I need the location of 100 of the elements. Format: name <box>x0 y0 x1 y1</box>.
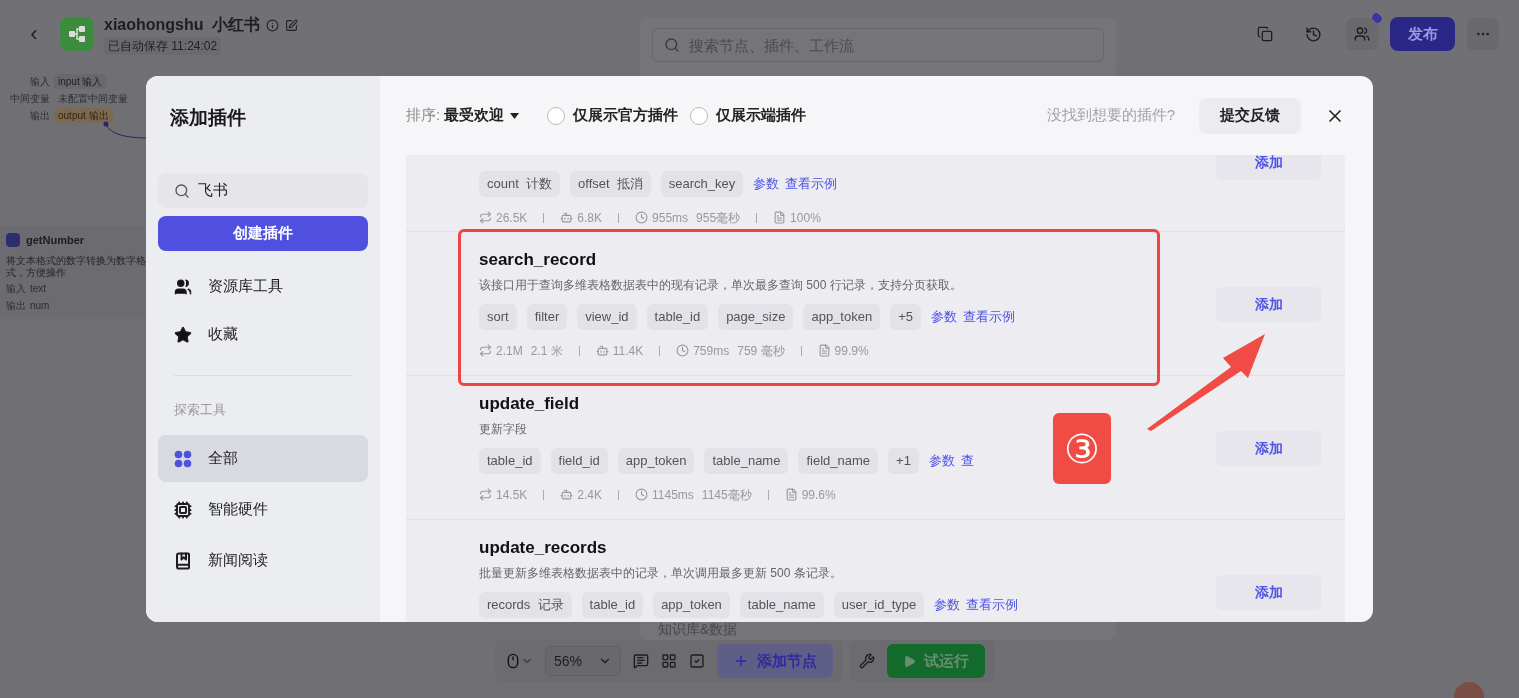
collaborators-button[interactable] <box>1346 18 1378 50</box>
link[interactable]: 查看示例 <box>963 307 1015 327</box>
link[interactable]: 参数 <box>928 451 955 471</box>
field-label: 输出 <box>29 109 50 123</box>
parameter-tag: +5 <box>890 304 921 330</box>
category-item[interactable]: 新闻阅读 <box>158 537 368 584</box>
step-badge: ③ <box>1053 413 1111 484</box>
autosave-status: 已自动保存 11:24:02 <box>104 37 222 55</box>
clock-icon <box>635 488 649 501</box>
repeat-icon <box>479 211 492 224</box>
link[interactable]: 参数 <box>753 174 780 194</box>
minimap-icon[interactable] <box>689 653 705 669</box>
parameter-tag: view_id <box>577 304 637 330</box>
edit-icon[interactable] <box>285 18 299 32</box>
document-icon <box>784 488 798 501</box>
plus-icon <box>733 653 749 669</box>
add-button[interactable]: 添加 <box>1216 575 1321 610</box>
category-item[interactable]: 智能硬件 <box>158 486 368 533</box>
stat-value: 1145ms <box>652 486 694 504</box>
bot-icon <box>560 211 574 224</box>
stat-value: 759ms <box>693 342 730 360</box>
layout-icon[interactable] <box>661 653 677 669</box>
link[interactable]: 参数 <box>931 307 957 327</box>
parameter-tag: table_id <box>479 448 541 474</box>
parameter-tag: records 记录 <box>479 592 572 618</box>
stat-value: 955ms <box>652 209 689 227</box>
bot-icon <box>560 488 574 501</box>
add-button[interactable]: 添加 <box>1216 431 1321 466</box>
stat-value: 11.4K <box>612 342 644 360</box>
parameter-tag: app_token <box>653 592 730 618</box>
plugin-search-field[interactable]: 飞书 <box>158 172 368 208</box>
field-value: input 输入 <box>54 74 107 89</box>
plugin-name: search_record <box>479 249 597 271</box>
plugin-name: update_field <box>479 393 580 415</box>
feedback-hint: 没找到想要的插件? <box>1046 105 1175 126</box>
users-icon <box>174 277 192 296</box>
play-icon <box>903 654 916 668</box>
wrench-icon[interactable] <box>859 653 875 669</box>
chip-icon <box>174 500 192 519</box>
book-icon <box>174 551 192 570</box>
parameter-tag: table_id <box>646 304 709 330</box>
parameter-tag: table_name <box>739 592 824 618</box>
stat-value: 99.9% <box>834 342 869 360</box>
field-label: 输入 <box>29 75 50 89</box>
nav-item[interactable]: 资源库工具 <box>158 262 368 311</box>
parameter-tag: user_id_type <box>833 592 925 618</box>
parameter-tag: count 计数 <box>479 171 561 197</box>
info-icon <box>266 18 280 32</box>
back-button[interactable]: ‹ <box>24 23 44 45</box>
plugin-description: 该接口用于查询多维表格数据表中的现有记录，单次最多查询 500 行记录，支持分页获取。 <box>479 277 962 294</box>
add-button[interactable]: 添加 <box>1216 287 1321 322</box>
comment-icon[interactable] <box>633 653 649 669</box>
stat-value: 1145毫秒 <box>701 486 752 504</box>
feedback-button[interactable]: 提交反馈 <box>1199 97 1301 134</box>
star-icon <box>174 325 192 344</box>
parameter-tag: search_key <box>660 171 744 197</box>
stat-value: 14.5K <box>496 486 528 504</box>
plugin-description: 更新字段 <box>479 421 527 438</box>
field-value: text <box>30 281 47 296</box>
dialog-title: 添加插件 <box>169 106 247 130</box>
link[interactable]: 参数 <box>934 595 961 615</box>
clock-icon <box>676 344 690 357</box>
stat-value: 6.8K <box>577 209 603 227</box>
stat-value: 2.1M <box>496 342 523 360</box>
stat-value: 2.1 米 <box>530 342 563 360</box>
repeat-icon <box>479 488 492 501</box>
stat-value: 26.5K <box>496 209 528 227</box>
parameter-tag: app_token <box>617 448 695 474</box>
link[interactable]: 查看示例 <box>785 174 838 194</box>
parameter-tag: table_name <box>704 448 789 474</box>
parameter-tag: offset 抵消 <box>570 171 651 197</box>
bot-icon <box>595 344 609 357</box>
filter-radio[interactable]: 仅展示端插件 <box>690 104 807 127</box>
link[interactable]: 查看示例 <box>966 595 1019 615</box>
category-item[interactable]: 全部 <box>158 435 368 482</box>
parameter-tag: field_name <box>798 448 879 474</box>
history-icon[interactable] <box>1305 25 1322 43</box>
document-icon <box>773 211 787 224</box>
stat-value: 100% <box>790 209 821 227</box>
node-description: 将文本格式的数字转换为数字格式，方便操作 <box>6 254 146 279</box>
stat-value: 955毫秒 <box>696 209 741 227</box>
plugin-description: 批量更新多维表格数据表中的记录，单次调用最多更新 500 条记录。 <box>479 565 842 582</box>
parameter-tag: table_id <box>581 592 644 618</box>
parameter-tag: field_id <box>550 448 608 474</box>
create-plugin-button[interactable]: 创建插件 <box>158 215 368 251</box>
publish-button[interactable]: 发布 <box>1390 17 1455 51</box>
mouse-icon[interactable] <box>505 653 521 669</box>
parameter-tag: sort <box>479 304 517 330</box>
parameter-tag: app_token <box>803 304 881 330</box>
filter-radio[interactable]: 仅展示官方插件 <box>547 104 679 127</box>
zoom-select[interactable]: 56% <box>545 646 621 676</box>
copy-icon[interactable] <box>1257 26 1273 42</box>
clock-icon <box>635 211 649 224</box>
add-button[interactable]: 添加 <box>1216 155 1321 180</box>
sort-dropdown[interactable]: 最受欢迎 <box>444 104 520 127</box>
stat-value: 2.4K <box>577 486 603 504</box>
nav-item[interactable]: 收藏 <box>158 310 368 359</box>
link[interactable]: 查 <box>960 451 974 471</box>
parameter-tag: +1 <box>888 448 919 474</box>
document-icon <box>817 344 831 357</box>
